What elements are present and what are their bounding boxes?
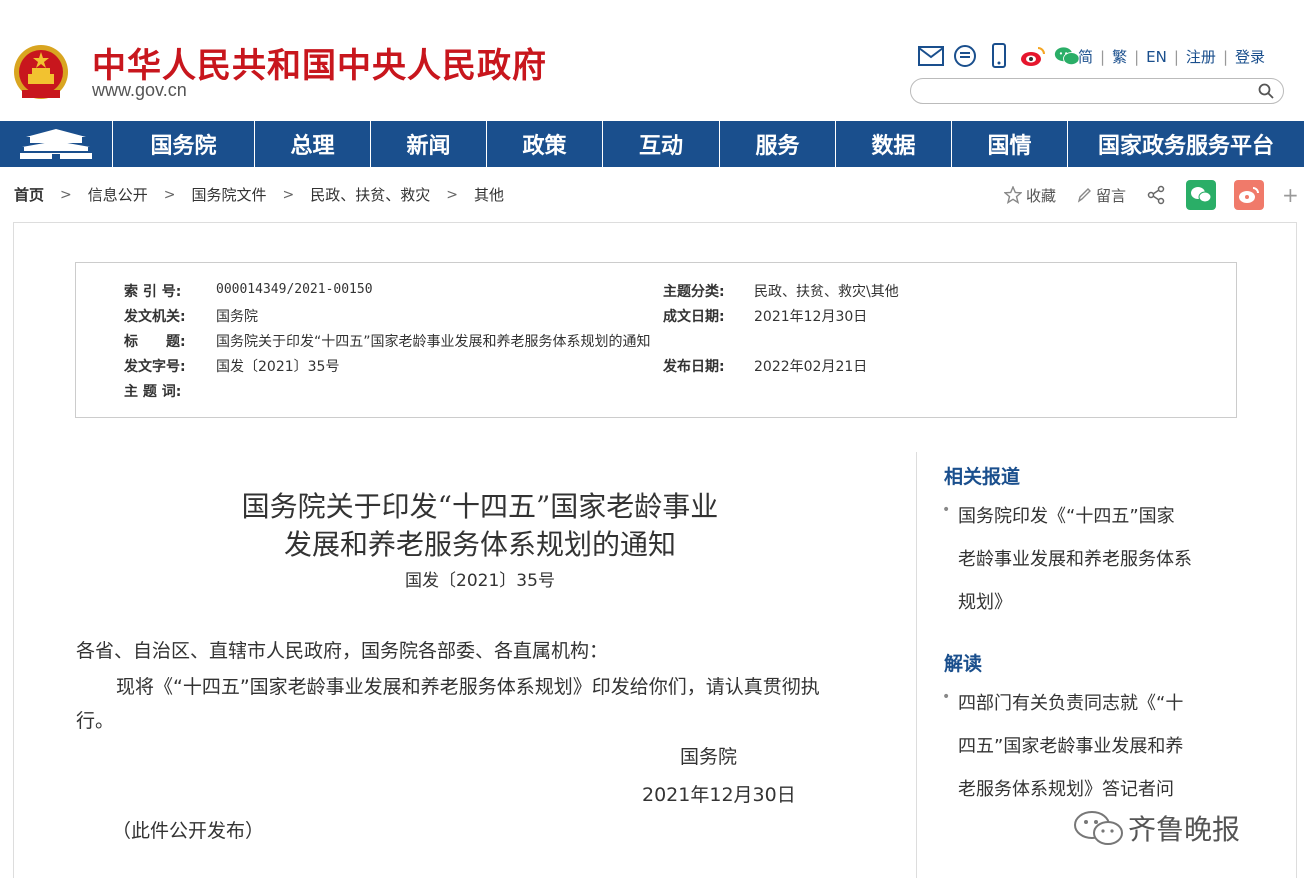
tiananmen-icon (20, 129, 92, 159)
search-input[interactable] (910, 78, 1284, 104)
nav-national-info[interactable]: 国情 (952, 121, 1068, 167)
related-reports-heading: 相关报道 (944, 466, 1021, 488)
wechat-icon[interactable] (1054, 43, 1080, 69)
document-title: 国务院关于印发“十四五”国家老龄事业 发展和养老服务体系规划的通知 (140, 488, 820, 564)
favorite-button[interactable]: 收藏 (1004, 185, 1056, 206)
publish-note: （此件公开发布） (112, 820, 265, 842)
meta-docno-key: 发文字号: (124, 359, 186, 375)
meta-topic-value: 民政、扶贫、救灾\其他 (754, 284, 899, 300)
interpretation-line: 老服务体系规划》答记者问 (958, 779, 1174, 800)
watermark: 齐鲁晚报 (1072, 808, 1240, 848)
weibo-icon (1239, 187, 1260, 203)
meta-title-key: 标 题: (124, 334, 186, 350)
separator: | (1222, 47, 1228, 66)
page-tools: 收藏 留言 + (1004, 180, 1299, 210)
star-icon (1004, 186, 1022, 204)
meta-pubdate-value: 2022年02月21日 (754, 359, 868, 375)
nav-state-council[interactable]: 国务院 (113, 121, 255, 167)
login-link[interactable]: 登录 (1235, 46, 1265, 67)
body-text-line: 行。 (76, 710, 115, 732)
top-links: 简 | 繁 | EN | 注册 | 登录 (1078, 46, 1265, 67)
nav-premier[interactable]: 总理 (255, 121, 371, 167)
nav-data[interactable]: 数据 (836, 121, 952, 167)
interpretation-line: 四五”国家老龄事业发展和养 (958, 736, 1184, 757)
wechat-icon (1191, 187, 1212, 203)
search-icon[interactable] (1257, 82, 1275, 100)
breadcrumb-info-public[interactable]: 信息公开 (88, 184, 148, 205)
watermark-text: 齐鲁晚报 (1128, 813, 1241, 846)
simplified-chinese-link[interactable]: 简 (1078, 46, 1093, 67)
separator: | (1134, 47, 1140, 66)
document-title-line: 国务院关于印发“十四五”国家老龄事业 (241, 490, 719, 523)
document-number: 国发〔2021〕35号 (405, 571, 555, 591)
site-url[interactable]: www.gov.cn (92, 80, 187, 101)
related-report-link[interactable]: 国务院印发《“十四五”国家 老龄事业发展和养老服务体系 规划》 (958, 495, 1228, 624)
breadcrumb-separator: > (282, 186, 295, 203)
related-report-line: 老龄事业发展和养老服务体系 (958, 549, 1192, 570)
sign-date: 2021年12月30日 (642, 784, 796, 806)
meta-title-value: 国务院关于印发“十四五”国家老龄事业发展和养老服务体系规划的通知 (216, 334, 651, 350)
meta-date-key: 成文日期: (663, 309, 725, 325)
share-weibo-button[interactable] (1234, 180, 1265, 210)
share-button[interactable] (1146, 185, 1170, 205)
document-title-line: 发展和养老服务体系规划的通知 (283, 528, 676, 561)
separator: | (1100, 47, 1106, 66)
meta-docno-value: 国发〔2021〕35号 (216, 359, 340, 375)
weibo-icon[interactable] (1020, 43, 1046, 69)
bullet: • (942, 689, 951, 705)
nav-service[interactable]: 服务 (720, 121, 836, 167)
signer: 国务院 (680, 746, 738, 768)
main-nav: 国务院 总理 新闻 政策 互动 服务 数据 国情 国家政务服务平台 (0, 121, 1304, 167)
nav-policy[interactable]: 政策 (487, 121, 603, 167)
interpretation-link[interactable]: 四部门有关负责同志就《“十 四五”国家老龄事业发展和养 老服务体系规划》答记者问 (958, 682, 1228, 811)
meta-keywords-key: 主 题 词: (124, 384, 182, 400)
document-meta-table: 索 引 号: 000014349/2021-00150 主题分类: 民政、扶贫、… (75, 262, 1237, 418)
pencil-icon (1077, 188, 1092, 203)
nav-home[interactable] (0, 121, 113, 167)
interpretation-line: 四部门有关负责同志就《“十 (958, 693, 1184, 714)
meta-pubdate-key: 发布日期: (663, 359, 725, 375)
register-link[interactable]: 注册 (1186, 46, 1216, 67)
site-header: 中华人民共和国中央人民政府 www.gov.cn 简 | 繁 | EN | 注册… (0, 0, 1304, 121)
more-share-button[interactable]: + (1282, 183, 1299, 207)
meta-date-value: 2021年12月30日 (754, 309, 868, 325)
share-icon (1147, 185, 1165, 205)
mobile-icon[interactable] (986, 43, 1012, 69)
sidebar-divider (916, 452, 917, 878)
meta-index-value: 000014349/2021-00150 (216, 282, 373, 297)
breadcrumb-separator: > (60, 186, 72, 203)
favorite-label: 收藏 (1026, 186, 1057, 205)
comment-label: 留言 (1096, 186, 1127, 205)
national-emblem-icon[interactable] (12, 42, 70, 104)
traditional-chinese-link[interactable]: 繁 (1112, 46, 1127, 67)
nav-gov-service-platform[interactable]: 国家政务服务平台 (1068, 121, 1304, 167)
top-icon-bar (918, 42, 1080, 70)
body-text-line: 现将《“十四五”国家老龄事业发展和养老服务体系规划》印发给你们，请认真贯彻执 (116, 676, 820, 698)
meta-issuer-key: 发文机关: (124, 309, 186, 325)
message-icon[interactable] (952, 43, 978, 69)
breadcrumb: 首页 > 信息公开 > 国务院文件 > 民政、扶贫、救灾 > 其他 (14, 184, 504, 205)
breadcrumb-other[interactable]: 其他 (474, 184, 504, 205)
breadcrumb-civil-affairs[interactable]: 民政、扶贫、救灾 (310, 184, 430, 205)
breadcrumb-separator: > (163, 186, 176, 203)
breadcrumb-council-docs[interactable]: 国务院文件 (192, 184, 267, 205)
salutation: 各省、自治区、直辖市人民政府，国务院各部委、各直属机构： (76, 640, 609, 662)
related-report-line: 国务院印发《“十四五”国家 (958, 506, 1175, 527)
wechat-watermark-icon (1074, 811, 1123, 845)
meta-issuer-value: 国务院 (216, 309, 258, 325)
meta-index-key: 索 引 号: (124, 284, 182, 300)
nav-interaction[interactable]: 互动 (603, 121, 720, 167)
meta-topic-key: 主题分类: (663, 284, 725, 300)
bullet: • (942, 502, 951, 518)
english-link[interactable]: EN (1146, 48, 1167, 66)
related-report-line: 规划》 (958, 592, 1012, 613)
share-wechat-button[interactable] (1186, 180, 1217, 210)
separator: | (1173, 47, 1179, 66)
interpretation-heading: 解读 (944, 653, 983, 675)
nav-news[interactable]: 新闻 (371, 121, 487, 167)
breadcrumb-separator: > (446, 186, 458, 203)
mail-icon[interactable] (918, 43, 944, 69)
comment-button[interactable]: 留言 (1076, 185, 1126, 206)
breadcrumb-home[interactable]: 首页 (14, 184, 44, 205)
